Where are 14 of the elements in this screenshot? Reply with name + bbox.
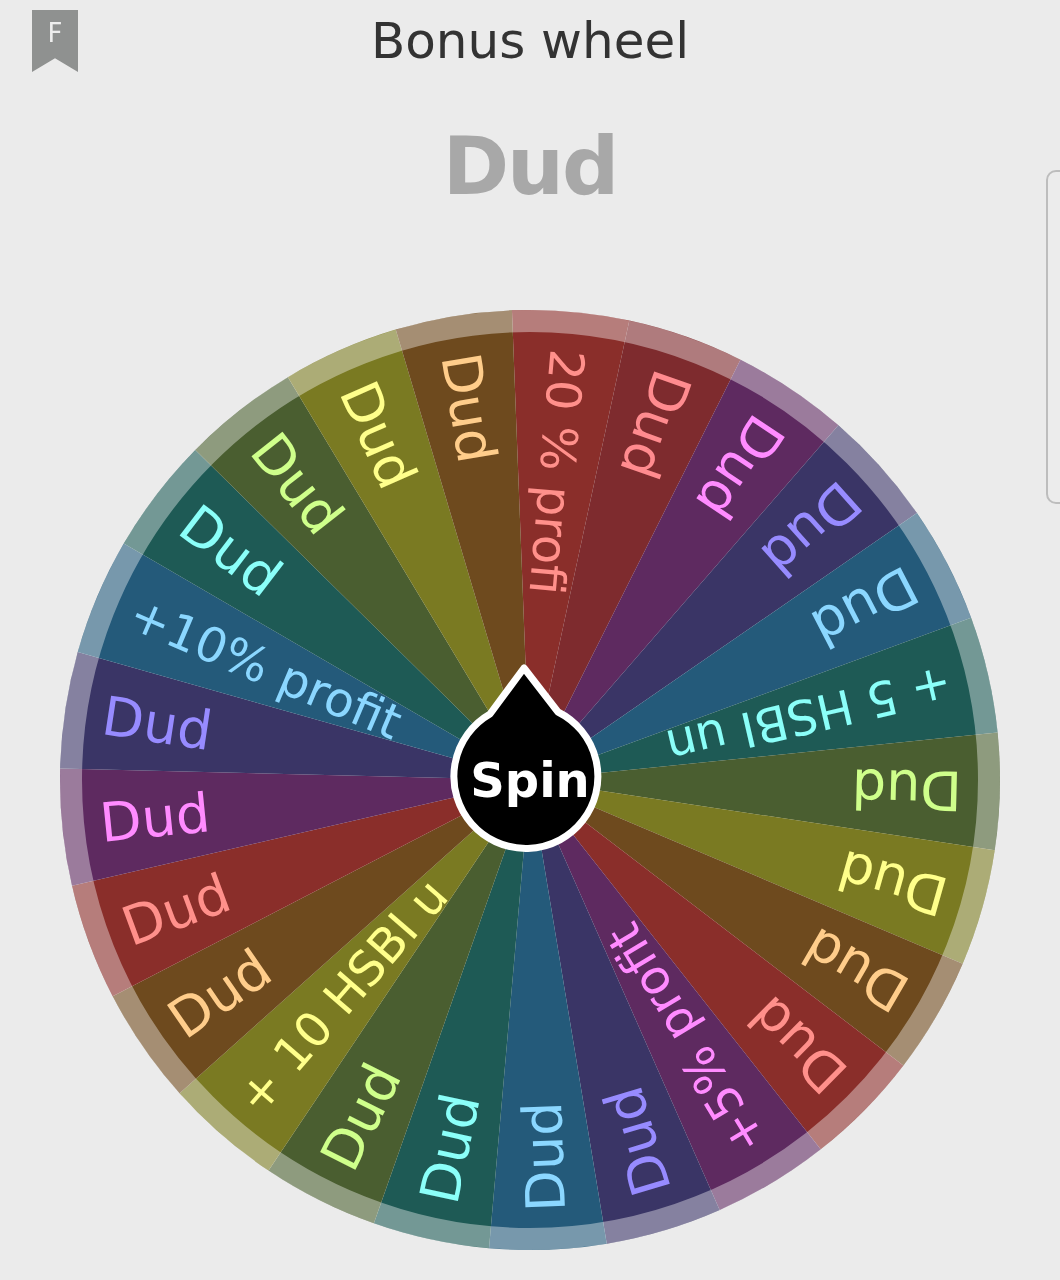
- wheel-label: Dud: [428, 348, 509, 468]
- wheel-label: Dud: [607, 362, 704, 487]
- wheel-label: Dud: [113, 861, 239, 959]
- page-title: Bonus wheel: [370, 12, 690, 70]
- wheel-label: Dud: [831, 837, 955, 928]
- wheel-label: Dud: [98, 684, 217, 763]
- spin-result: Dud: [442, 119, 618, 215]
- wheel-label: 20 % profi: [518, 347, 596, 598]
- wheel-label: Dud: [851, 756, 963, 823]
- wheel-label: Dud: [407, 1088, 493, 1209]
- spin-button[interactable]: Spin: [450, 664, 602, 852]
- wheel-label: Dud: [591, 1079, 684, 1203]
- wheel-label: Dud: [97, 781, 213, 855]
- wheel-label: Dud: [510, 1100, 579, 1213]
